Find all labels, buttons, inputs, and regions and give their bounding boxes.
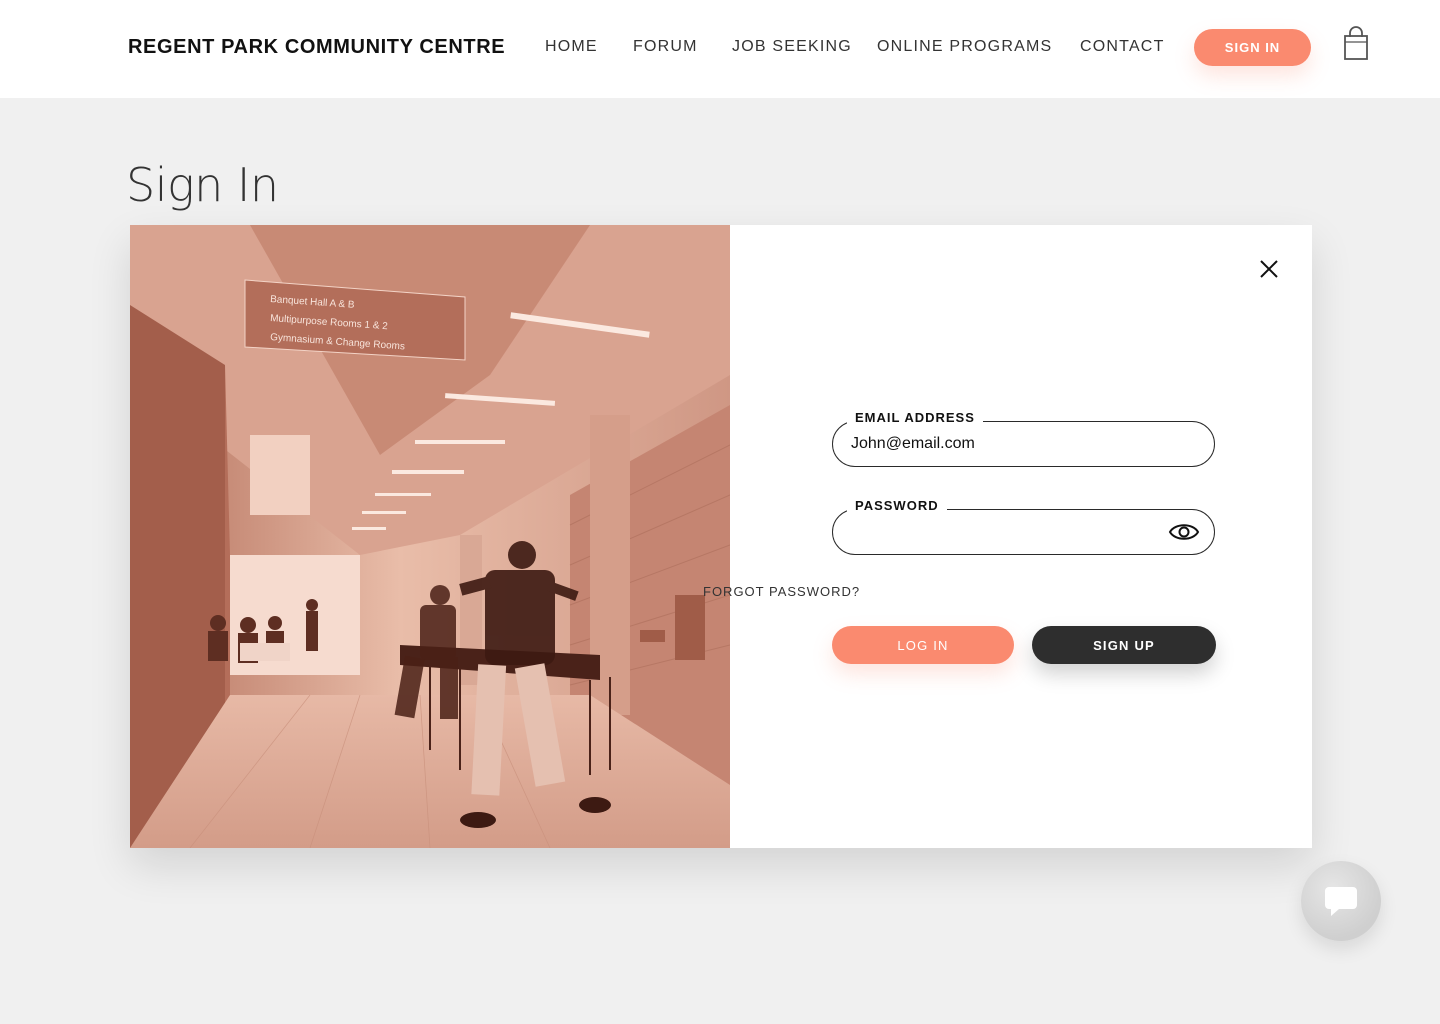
chat-bubble-icon xyxy=(1325,887,1357,916)
log-in-button[interactable]: LOG IN xyxy=(832,626,1014,664)
community-centre-photo: Banquet Hall A & B Multipurpose Rooms 1 … xyxy=(130,225,730,848)
nav-link-home[interactable]: HOME xyxy=(545,38,598,56)
email-label: EMAIL ADDRESS xyxy=(847,410,983,425)
header-sign-in-button[interactable]: SIGN IN xyxy=(1194,29,1311,66)
email-field: EMAIL ADDRESS xyxy=(832,410,1215,467)
top-navigation-bar: REGENT PARK COMMUNITY CENTRE HOME FORUM … xyxy=(0,0,1440,98)
nav-link-forum[interactable]: FORUM xyxy=(633,38,698,56)
email-input[interactable] xyxy=(851,430,1151,458)
nav-link-online-programs[interactable]: ONLINE PROGRAMS xyxy=(877,38,1052,56)
page-title: Sign In xyxy=(126,158,279,212)
nav-link-contact[interactable]: CONTACT xyxy=(1080,38,1165,56)
nav-link-job-seeking[interactable]: JOB SEEKING xyxy=(732,38,852,56)
sign-up-button[interactable]: SIGN UP xyxy=(1032,626,1216,664)
shopping-bag-icon[interactable] xyxy=(1342,26,1370,62)
eye-icon[interactable] xyxy=(1168,520,1200,544)
site-brand[interactable]: REGENT PARK COMMUNITY CENTRE xyxy=(128,36,505,59)
forgot-password-link[interactable]: FORGOT PASSWORD? xyxy=(703,584,860,599)
chat-launcher-button[interactable] xyxy=(1301,861,1381,941)
password-input[interactable] xyxy=(851,518,1151,546)
password-field: PASSWORD xyxy=(832,498,1215,555)
password-label: PASSWORD xyxy=(847,498,947,513)
close-icon[interactable] xyxy=(1258,258,1280,280)
